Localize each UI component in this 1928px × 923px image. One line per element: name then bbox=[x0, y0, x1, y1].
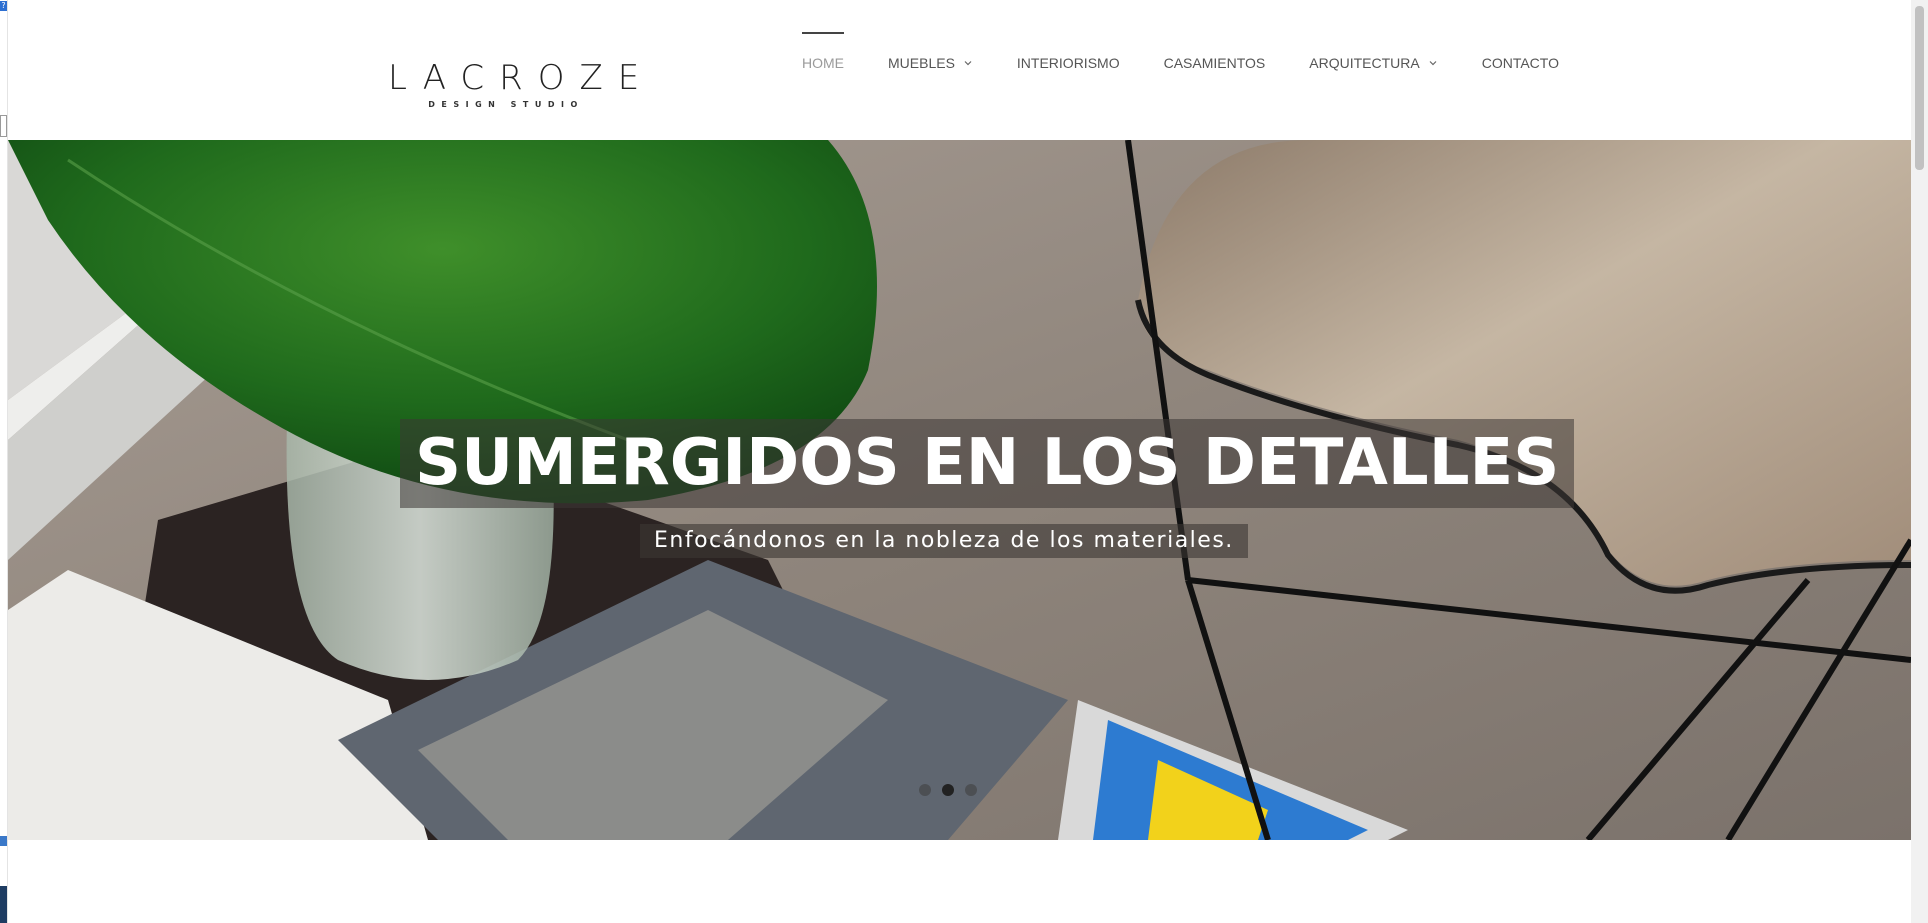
site-logo[interactable]: LACROZE DESIGN STUDIO bbox=[373, 58, 655, 120]
slider-dot-1[interactable] bbox=[919, 784, 931, 796]
slider-dot-3[interactable] bbox=[965, 784, 977, 796]
nav-label: HOME bbox=[802, 54, 844, 71]
slider-dot-2[interactable] bbox=[942, 784, 954, 796]
logo-tagline: DESIGN STUDIO bbox=[428, 100, 584, 109]
site-header: LACROZE DESIGN STUDIO HOME MUEBLES INTER… bbox=[8, 0, 1911, 140]
edge-widget-dark bbox=[0, 886, 7, 923]
edge-widget bbox=[0, 115, 7, 137]
nav-item-casamientos: CASAMIENTOS bbox=[1142, 0, 1288, 140]
nav-label: CONTACTO bbox=[1481, 54, 1559, 71]
nav-item-home: HOME bbox=[794, 0, 866, 140]
slider-pagination bbox=[919, 784, 977, 796]
active-indicator-bar bbox=[802, 32, 844, 34]
hero-slider[interactable]: SUMERGIDOS EN LOS DETALLES Enfocándonos … bbox=[8, 140, 1911, 840]
main-navigation: HOME MUEBLES INTERIORISMO CASAMIENTOS AR… bbox=[794, 0, 1581, 140]
below-fold-area bbox=[8, 840, 1911, 923]
nav-link-interiorismo[interactable]: INTERIORISMO bbox=[1017, 55, 1120, 71]
page-scrollbar[interactable] bbox=[1911, 0, 1928, 923]
nav-item-interiorismo: INTERIORISMO bbox=[995, 0, 1142, 140]
nav-label: CASAMIENTOS bbox=[1163, 54, 1266, 71]
chevron-down-icon bbox=[963, 58, 973, 68]
nav-link-casamientos[interactable]: CASAMIENTOS bbox=[1164, 55, 1266, 71]
nav-link-contacto[interactable]: CONTACTO bbox=[1482, 55, 1559, 71]
left-edge-strip: ? bbox=[0, 0, 8, 923]
logo-wordmark: LACROZE bbox=[388, 58, 655, 98]
nav-link-home[interactable]: HOME bbox=[802, 55, 844, 71]
chevron-down-icon bbox=[1428, 58, 1438, 68]
nav-item-contacto: CONTACTO bbox=[1460, 0, 1581, 140]
help-icon[interactable]: ? bbox=[0, 1, 7, 11]
nav-label: ARQUITECTURA bbox=[1309, 54, 1420, 71]
nav-link-muebles[interactable]: MUEBLES bbox=[888, 55, 973, 71]
nav-label: INTERIORISMO bbox=[1016, 54, 1120, 71]
edge-widget-blue bbox=[0, 836, 7, 846]
nav-item-arquitectura: ARQUITECTURA bbox=[1287, 0, 1459, 140]
scrollbar-thumb[interactable] bbox=[1915, 6, 1924, 170]
hero-subtitle: Enfocándonos en la nobleza de los materi… bbox=[640, 524, 1248, 558]
nav-item-muebles: MUEBLES bbox=[866, 0, 995, 140]
nav-link-arquitectura[interactable]: ARQUITECTURA bbox=[1309, 55, 1437, 71]
nav-label: MUEBLES bbox=[888, 54, 955, 71]
hero-title: SUMERGIDOS EN LOS DETALLES bbox=[400, 419, 1575, 508]
